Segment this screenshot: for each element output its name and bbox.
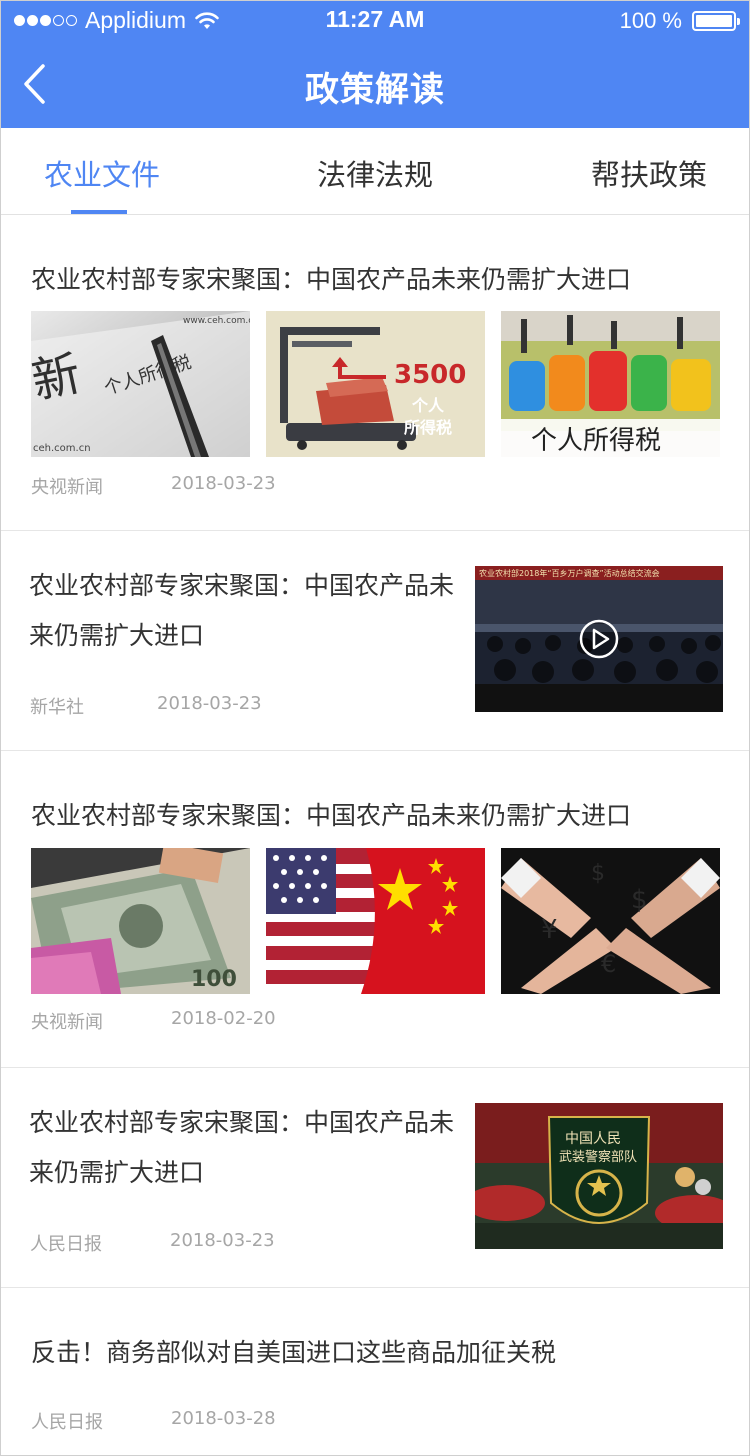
- svg-text:武装警察部队: 武装警察部队: [559, 1149, 637, 1165]
- tax-blocks-image: 个人所得税: [501, 311, 720, 457]
- svg-text:个人: 个人: [411, 396, 445, 415]
- tab-support-policies[interactable]: 帮扶政策: [591, 152, 707, 194]
- news-item-2[interactable]: 农业农村部专家宋聚国：中国农产品未来仍需扩大进口 农业农村部2018年“百乡万户…: [0, 531, 750, 751]
- currency-hands-image: ¥ $ € $: [501, 848, 720, 994]
- meeting-video-thumbnail[interactable]: 农业农村部2018年“百乡万户调查”活动总结交流会: [475, 566, 723, 712]
- app-header: Applidium 11:27 AM 100 % 政策解读: [0, 0, 750, 128]
- news-title: 农业农村部专家宋聚国：中国农产品未来仍需扩大进口: [31, 265, 632, 294]
- news-item-4[interactable]: 农业农村部专家宋聚国：中国农产品未来仍需扩大进口 中国人民 武装警察部队 人民日…: [0, 1068, 750, 1288]
- news-meta: 人民日报 2018-03-28: [31, 1408, 276, 1434]
- news-date: 2018-02-20: [171, 1008, 276, 1029]
- battery-icon: [692, 11, 740, 31]
- status-bar: Applidium 11:27 AM 100 %: [0, 0, 750, 40]
- news-item-1[interactable]: 农业农村部专家宋聚国：中国农产品未来仍需扩大进口 新 个人所得税 www.ceh…: [0, 215, 750, 531]
- news-item-3[interactable]: 农业农村部专家宋聚国：中国农产品未来仍需扩大进口 100 ¥ $ € $ 央视新…: [0, 751, 750, 1068]
- news-item-5[interactable]: 反击！商务部似对自美国进口这些商品加征关税 人民日报 2018-03-28: [0, 1288, 750, 1456]
- news-source: 新华社: [30, 697, 84, 718]
- svg-text:$: $: [591, 861, 605, 886]
- currency-notes-image: 100: [31, 848, 250, 994]
- svg-text:100: 100: [191, 967, 237, 992]
- tax-newspaper-image: 新 个人所得税 www.ceh.com.cn ceh.com.cn: [31, 311, 250, 457]
- news-date: 2018-03-23: [170, 1230, 275, 1251]
- news-meta: 新华社 2018-03-23: [30, 693, 262, 719]
- svg-text:¥: ¥: [541, 915, 558, 945]
- svg-text:3500: 3500: [394, 360, 466, 390]
- battery-status: 100 %: [619, 8, 740, 34]
- svg-text:农业农村部2018年“百乡万户调查”活动总结交流会: 农业农村部2018年“百乡万户调查”活动总结交流会: [479, 568, 660, 578]
- svg-text:个人所得税: 个人所得税: [531, 426, 661, 456]
- news-title: 农业农村部专家宋聚国：中国农产品未来仍需扩大进口: [29, 571, 455, 650]
- svg-text:$: $: [631, 885, 648, 915]
- news-title: 农业农村部专家宋聚国：中国农产品未来仍需扩大进口: [31, 801, 632, 830]
- news-source: 人民日报: [30, 1234, 102, 1255]
- play-icon: [579, 619, 619, 659]
- news-title: 反击！商务部似对自美国进口这些商品加征关税: [31, 1338, 557, 1367]
- news-title: 农业农村部专家宋聚国：中国农产品未来仍需扩大进口: [29, 1108, 455, 1187]
- category-tabs: 农业文件 法律法规 帮扶政策: [0, 128, 750, 215]
- news-date: 2018-03-23: [157, 693, 262, 714]
- news-date: 2018-03-23: [171, 473, 276, 494]
- svg-text:所得税: 所得税: [404, 418, 452, 437]
- svg-text:www.ceh.com.cn: www.ceh.com.cn: [183, 316, 250, 326]
- battery-percent: 100 %: [619, 8, 682, 33]
- active-tab-indicator: [71, 210, 127, 214]
- tab-agri-documents[interactable]: 农业文件: [44, 152, 160, 194]
- news-source: 央视新闻: [31, 477, 103, 498]
- svg-text:中国人民: 中国人民: [565, 1131, 621, 1147]
- svg-text:€: €: [601, 950, 616, 978]
- police-badge-image: 中国人民 武装警察部队: [475, 1103, 723, 1249]
- tax-scale-image: 3500 个人 所得税: [266, 311, 485, 457]
- svg-text:ceh.com.cn: ceh.com.cn: [33, 443, 91, 454]
- news-meta: 央视新闻 2018-02-20: [31, 1008, 276, 1034]
- news-date: 2018-03-28: [171, 1408, 276, 1429]
- news-source: 央视新闻: [31, 1012, 103, 1033]
- news-source: 人民日报: [31, 1412, 103, 1433]
- page-title: 政策解读: [305, 70, 445, 110]
- us-china-flags-image: [266, 848, 485, 994]
- tab-laws-regulations[interactable]: 法律法规: [317, 152, 433, 194]
- news-meta: 央视新闻 2018-03-23: [31, 473, 276, 499]
- news-meta: 人民日报 2018-03-23: [30, 1230, 275, 1256]
